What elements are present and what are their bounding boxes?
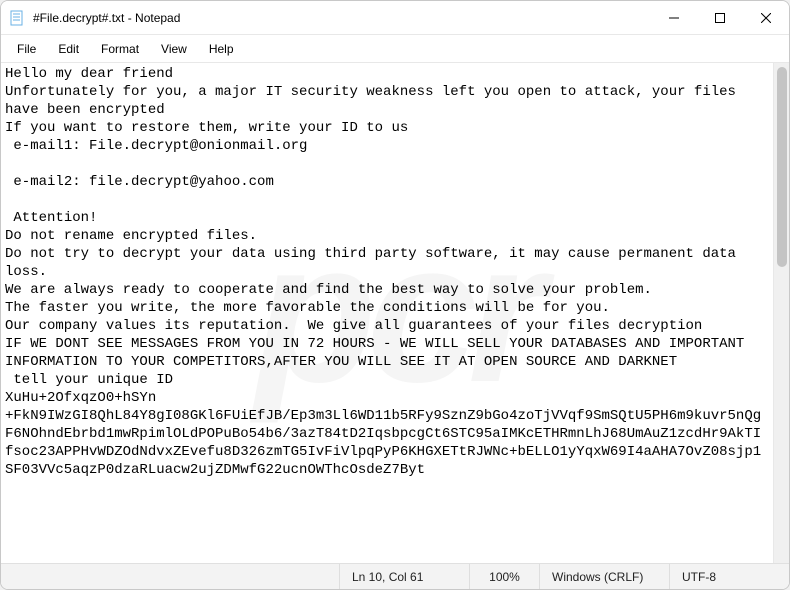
menubar: File Edit Format View Help — [1, 35, 789, 63]
text-editor[interactable]: Hello my dear friend Unfortunately for y… — [1, 63, 773, 563]
status-spacer — [1, 564, 339, 589]
maximize-button[interactable] — [697, 1, 743, 34]
statusbar: Ln 10, Col 61 100% Windows (CRLF) UTF-8 — [1, 563, 789, 589]
titlebar: #File.decrypt#.txt - Notepad — [1, 1, 789, 35]
notepad-icon — [9, 10, 25, 26]
menu-format[interactable]: Format — [91, 38, 149, 60]
status-cursor-position: Ln 10, Col 61 — [339, 564, 469, 589]
status-encoding: UTF-8 — [669, 564, 789, 589]
notepad-window: #File.decrypt#.txt - Notepad File Edit F… — [0, 0, 790, 590]
minimize-button[interactable] — [651, 1, 697, 34]
menu-edit[interactable]: Edit — [48, 38, 89, 60]
menu-file[interactable]: File — [7, 38, 46, 60]
scroll-thumb[interactable] — [777, 67, 787, 267]
vertical-scrollbar[interactable] — [773, 63, 789, 563]
status-line-ending: Windows (CRLF) — [539, 564, 669, 589]
menu-help[interactable]: Help — [199, 38, 244, 60]
status-zoom: 100% — [469, 564, 539, 589]
window-controls — [651, 1, 789, 34]
content-area: Hello my dear friend Unfortunately for y… — [1, 63, 789, 563]
menu-view[interactable]: View — [151, 38, 197, 60]
window-title: #File.decrypt#.txt - Notepad — [33, 11, 651, 25]
close-button[interactable] — [743, 1, 789, 34]
